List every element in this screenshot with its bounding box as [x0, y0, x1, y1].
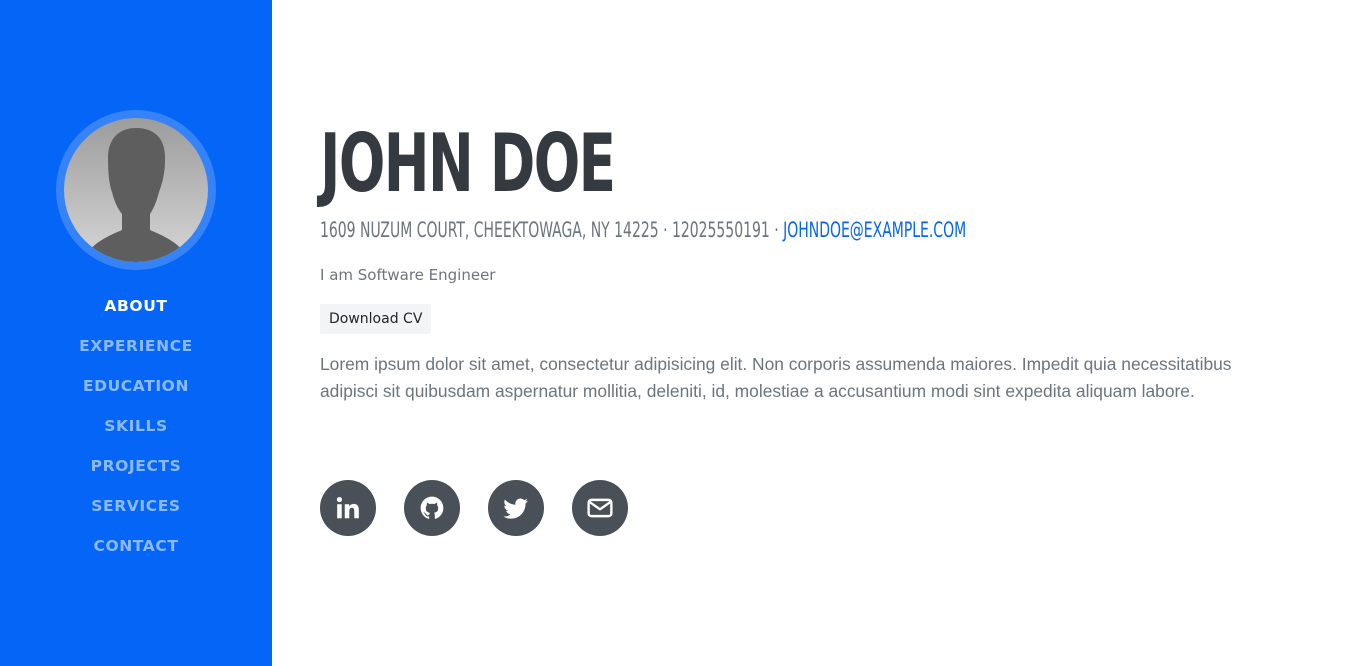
- twitter-button[interactable]: [488, 480, 544, 536]
- profile-subtitle: I am Software Engineer: [320, 266, 496, 284]
- separator: ·: [774, 218, 779, 242]
- download-cv-button[interactable]: Download CV: [320, 304, 432, 334]
- social-links: [320, 480, 656, 536]
- twitter-icon: [503, 498, 528, 519]
- profile-bio: Lorem ipsum dolor sit amet, consectetur …: [320, 354, 1232, 401]
- github-icon: [420, 496, 444, 519]
- resume-page: ABOUT EXPERIENCE EDUCATION SKILLS PROJEC…: [0, 0, 1356, 666]
- nav-item-about[interactable]: ABOUT: [0, 286, 272, 326]
- avatar-frame: [56, 110, 216, 270]
- separator: ·: [663, 218, 668, 242]
- nav-item-experience[interactable]: EXPERIENCE: [0, 326, 272, 366]
- profile-name: JOHN DOE: [320, 117, 616, 210]
- sidebar-nav: ABOUT EXPERIENCE EDUCATION SKILLS PROJEC…: [0, 286, 272, 566]
- contact-line: 1609 NUZUM COURT, CHEEKTOWAGA, NY 14225 …: [320, 216, 966, 244]
- nav-item-services[interactable]: SERVICES: [0, 486, 272, 526]
- nav-item-education[interactable]: EDUCATION: [0, 366, 272, 406]
- linkedin-icon: [336, 496, 359, 519]
- email-button[interactable]: [572, 480, 628, 536]
- nav-item-contact[interactable]: CONTACT: [0, 526, 272, 566]
- phone: 12025550191: [671, 218, 770, 242]
- sidebar: ABOUT EXPERIENCE EDUCATION SKILLS PROJEC…: [0, 0, 272, 666]
- email-link[interactable]: JOHNDOE@EXAMPLE.COM: [783, 218, 966, 242]
- avatar-silhouette-icon: [84, 128, 188, 262]
- github-button[interactable]: [404, 480, 460, 536]
- address: 1609 NUZUM COURT, CHEEKTOWAGA, NY 14225: [320, 218, 659, 242]
- linkedin-button[interactable]: [320, 480, 376, 536]
- avatar: [64, 118, 208, 262]
- nav-item-skills[interactable]: SKILLS: [0, 406, 272, 446]
- nav-item-projects[interactable]: PROJECTS: [0, 446, 272, 486]
- envelope-icon: [587, 498, 613, 518]
